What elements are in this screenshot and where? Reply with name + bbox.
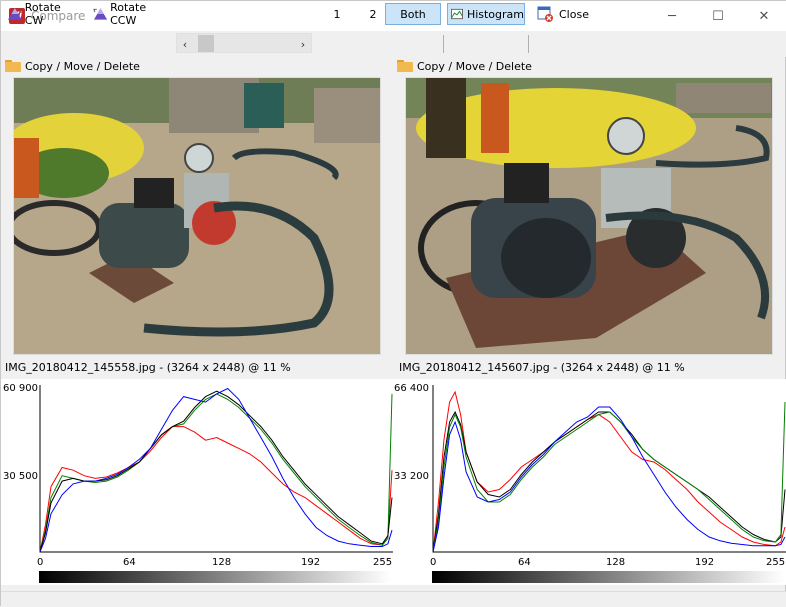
rotate-ccw-button[interactable]: Rotate CCW [89, 1, 173, 27]
view-both-button[interactable]: Both [385, 3, 441, 25]
histogram-series-line-3 [39, 387, 393, 553]
histogram-series-line-0 [432, 390, 786, 553]
rotate-ccw-icon [93, 8, 108, 20]
left-image[interactable] [13, 77, 381, 355]
x-tick-label: 128 [212, 557, 232, 568]
right-file-menu-label: Copy / Move / Delete [417, 59, 532, 73]
view-1-button[interactable]: 1 [327, 3, 347, 25]
left-photo-pump [14, 78, 380, 354]
right-image-caption: IMG_20180412_145607.jpg - (3264 x 2448) … [399, 361, 685, 374]
left-histogram-plot [39, 385, 393, 553]
histogram-label: Histogram [466, 7, 524, 21]
folder-icon [397, 60, 413, 72]
scroll-thumb[interactable] [198, 35, 214, 52]
right-image[interactable] [405, 77, 773, 355]
gray-gradient-bar [39, 571, 391, 583]
left-histogram: 60 900 30 500 0 64 128 192 255 [1, 379, 394, 585]
histogram-series-line-2 [39, 390, 393, 553]
x-tick-label: 192 [301, 557, 321, 568]
histogram-series-line-2 [432, 401, 786, 553]
right-histogram-plot [432, 385, 786, 553]
rotate-cw-icon [7, 8, 23, 20]
toolbar-scrollbar[interactable]: ‹ › [176, 33, 312, 53]
status-strip [1, 591, 786, 607]
close-panel-icon [537, 6, 553, 22]
close-compare-button[interactable]: Close [533, 3, 601, 25]
histogram-axis [432, 385, 786, 553]
y-mid-label: 30 500 [3, 471, 38, 482]
folder-icon [5, 60, 21, 72]
y-max-label: 60 900 [3, 383, 38, 394]
rotate-cw-button[interactable]: Rotate CW [3, 1, 83, 27]
compare-window: Vi Compare ─ ☐ ✕ Rotate CW Rotate CCW ‹ … [0, 0, 786, 607]
x-tick-label: 0 [430, 557, 437, 568]
x-tick-label: 128 [606, 557, 626, 568]
close-label: Close [559, 7, 589, 21]
gray-gradient-bar [432, 571, 784, 583]
rotate-cw-label: Rotate CW [24, 1, 61, 27]
scroll-right-arrow[interactable]: › [295, 35, 311, 53]
x-tick-label: 255 [766, 557, 786, 568]
left-image-caption: IMG_20180412_145558.jpg - (3264 x 2448) … [5, 361, 291, 374]
histogram-axis [39, 385, 393, 553]
scroll-left-arrow[interactable]: ‹ [177, 35, 193, 53]
x-tick-label: 64 [518, 557, 531, 568]
histogram-icon [451, 8, 463, 20]
right-photo-pump [406, 78, 772, 354]
toolbar-separator [443, 35, 444, 53]
x-tick-label: 64 [123, 557, 136, 568]
minimize-button[interactable]: ─ [649, 1, 695, 31]
maximize-button[interactable]: ☐ [695, 1, 741, 31]
right-file-menu[interactable]: Copy / Move / Delete [393, 57, 532, 75]
x-tick-label: 0 [37, 557, 44, 568]
histogram-series-line-0 [39, 426, 393, 553]
left-file-menu-label: Copy / Move / Delete [25, 59, 140, 73]
x-tick-label: 192 [695, 557, 715, 568]
left-file-menu[interactable]: Copy / Move / Delete [1, 57, 140, 75]
histogram-series-line-1 [432, 410, 786, 553]
rotate-ccw-label: Rotate CCW [110, 1, 147, 27]
histogram-button[interactable]: Histogram [447, 3, 525, 25]
histogram-series-line-1 [39, 393, 393, 553]
right-histogram: 66 400 33 200 0 64 128 192 255 [394, 379, 786, 585]
toolbar [1, 31, 786, 57]
x-tick-label: 255 [373, 557, 393, 568]
y-max-label: 66 400 [394, 383, 429, 394]
toolbar-separator [528, 35, 529, 53]
y-mid-label: 33 200 [394, 471, 429, 482]
close-window-button[interactable]: ✕ [741, 1, 786, 31]
view-2-button[interactable]: 2 [363, 3, 383, 25]
